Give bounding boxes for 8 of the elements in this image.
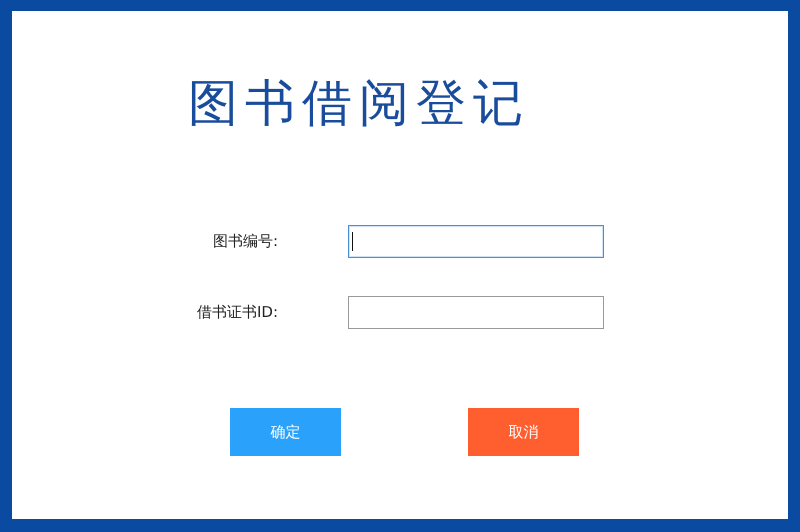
text-cursor xyxy=(352,232,353,251)
field-label: 借书证书ID: xyxy=(196,303,278,322)
input-field[interactable] xyxy=(348,296,604,329)
field-label: 图书编号: xyxy=(212,232,278,251)
confirm-button[interactable]: 确定 xyxy=(230,408,341,456)
page-title: 图书借阅登记 xyxy=(188,75,530,131)
input-field[interactable] xyxy=(348,225,604,258)
cancel-button[interactable]: 取消 xyxy=(468,408,579,456)
